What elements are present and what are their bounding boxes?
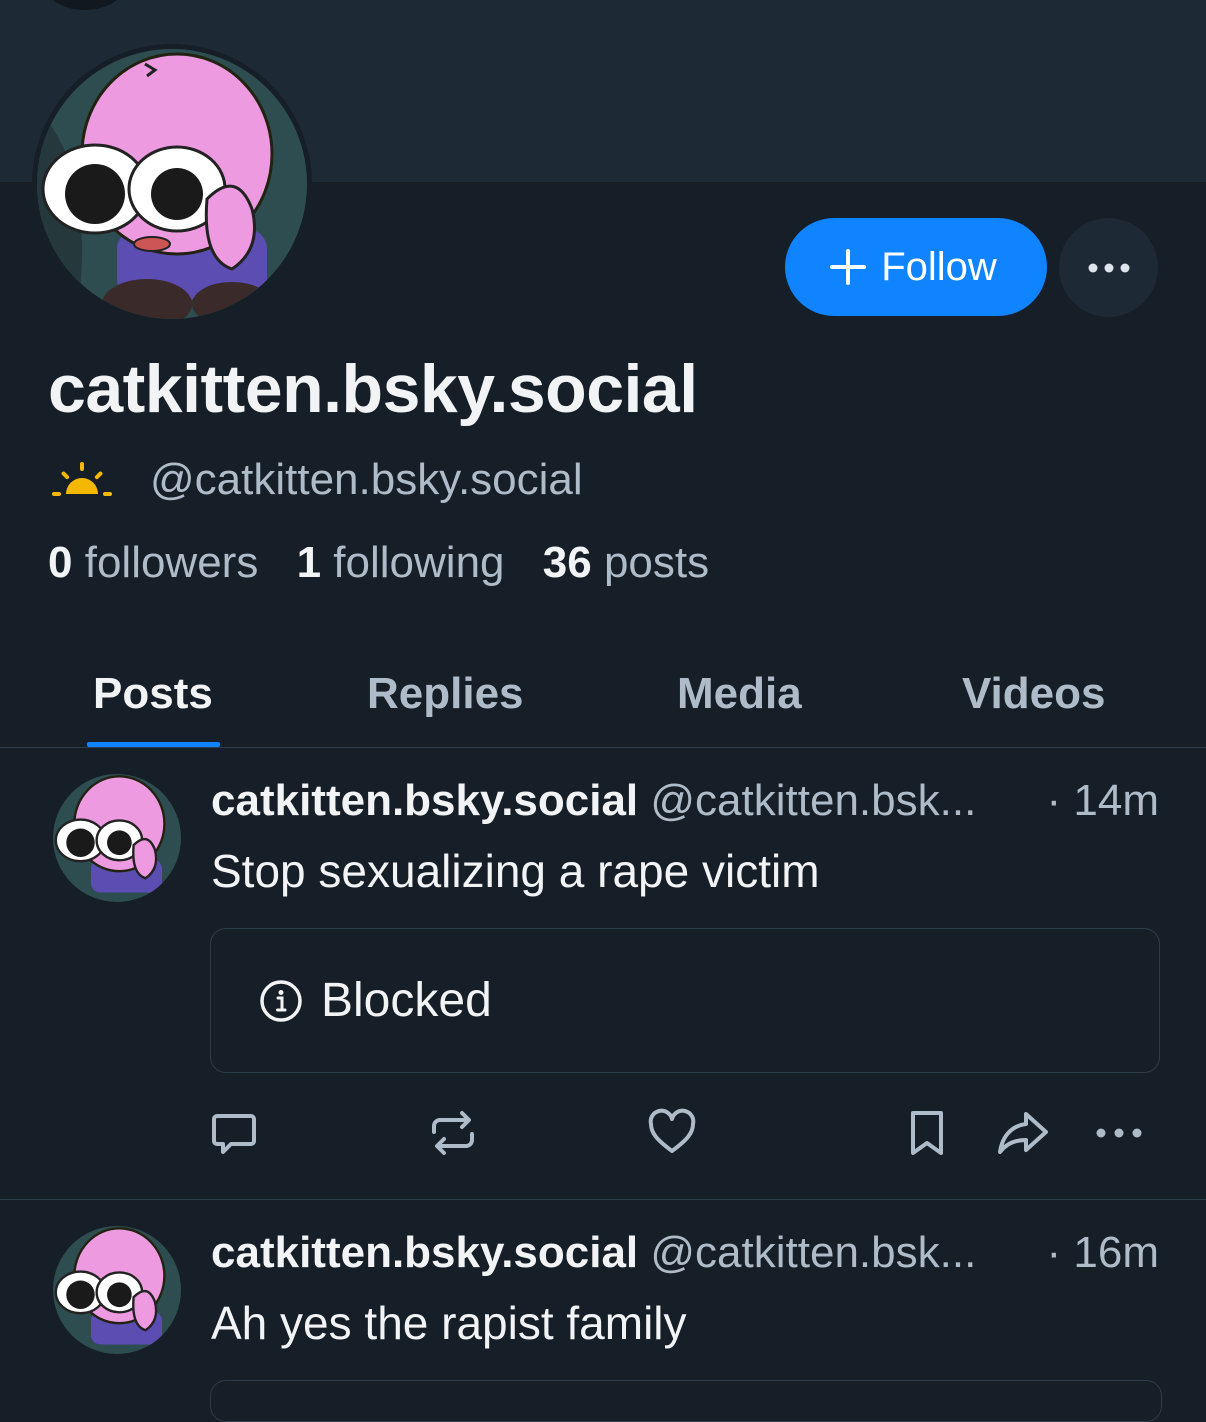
reply-button[interactable] xyxy=(208,1103,260,1163)
post-author-name[interactable]: catkitten.bsky.social xyxy=(211,776,638,825)
feed-post[interactable]: catkitten.bsky.social @catkitten.bsk... … xyxy=(0,748,1206,1200)
ellipsis-icon xyxy=(1096,1128,1142,1138)
post-author-avatar[interactable] xyxy=(53,774,181,902)
blocked-label: Blocked xyxy=(321,974,492,1027)
ellipsis-icon xyxy=(1088,263,1129,272)
post-author-handle[interactable]: @catkitten.bsk... xyxy=(650,1228,976,1277)
tab-replies[interactable]: Replies xyxy=(367,640,524,747)
share-button[interactable] xyxy=(996,1103,1050,1163)
avatar-image xyxy=(53,1226,181,1354)
info-icon xyxy=(260,979,302,1022)
tab-posts[interactable]: Posts xyxy=(87,640,220,747)
profile-stats: 0 followers 1 following 36 posts xyxy=(48,538,709,588)
blocked-embed[interactable]: Blocked xyxy=(210,928,1160,1073)
followers-link[interactable]: 0 followers xyxy=(48,538,258,587)
post-author-name[interactable]: catkitten.bsky.social xyxy=(211,1228,638,1277)
followers-count: 0 xyxy=(48,538,73,587)
post-timestamp[interactable]: · 16m xyxy=(1047,1228,1159,1278)
plus-icon xyxy=(830,249,867,285)
repost-icon xyxy=(432,1111,474,1155)
followers-label: followers xyxy=(84,538,259,587)
feed-post[interactable]: catkitten.bsky.social @catkitten.bsk... … xyxy=(0,1200,1206,1422)
post-text: Stop sexualizing a rape victim xyxy=(211,845,820,897)
reply-icon xyxy=(212,1114,256,1154)
profile-tabs: Posts Replies Media Videos xyxy=(0,640,1206,748)
posts-label: posts xyxy=(603,538,710,587)
post-more-button[interactable] xyxy=(1094,1103,1144,1163)
like-button[interactable] xyxy=(646,1103,698,1163)
profile-more-button[interactable] xyxy=(1059,218,1158,317)
follow-button[interactable]: Follow xyxy=(785,218,1047,316)
tab-videos[interactable]: Videos xyxy=(962,640,1105,747)
following-count: 1 xyxy=(296,538,322,587)
profile-display-name: catkitten.bsky.social xyxy=(48,351,698,427)
post-text: Ah yes the rapist family xyxy=(211,1297,687,1349)
profile-handle: @catkitten.bsky.social xyxy=(150,455,583,504)
follow-button-label: Follow xyxy=(881,244,997,289)
repost-button[interactable] xyxy=(427,1103,479,1163)
post-timestamp[interactable]: · 14m xyxy=(1047,776,1159,826)
avatar-image xyxy=(37,49,307,319)
post-embed[interactable] xyxy=(210,1380,1162,1422)
post-header: catkitten.bsky.social @catkitten.bsk... xyxy=(211,1228,976,1278)
following-label: following xyxy=(333,538,505,587)
post-header: catkitten.bsky.social @catkitten.bsk... xyxy=(211,776,976,826)
posts-count: 36 xyxy=(542,538,592,587)
post-author-avatar[interactable] xyxy=(53,1226,181,1354)
post-actions xyxy=(0,1103,1206,1163)
profile-handle-row: @catkitten.bsky.social xyxy=(50,452,583,508)
sunrise-icon xyxy=(52,462,112,496)
share-icon xyxy=(998,1112,1048,1154)
posts-stat: 36 posts xyxy=(543,538,709,587)
tab-media[interactable]: Media xyxy=(677,640,802,747)
bookmark-icon xyxy=(911,1111,943,1155)
profile-avatar[interactable] xyxy=(32,44,312,324)
following-link[interactable]: 1 following xyxy=(297,538,505,587)
bookmark-button[interactable] xyxy=(903,1103,951,1163)
avatar-image xyxy=(53,774,181,902)
post-author-handle[interactable]: @catkitten.bsk... xyxy=(650,776,976,825)
heart-icon xyxy=(648,1108,696,1153)
